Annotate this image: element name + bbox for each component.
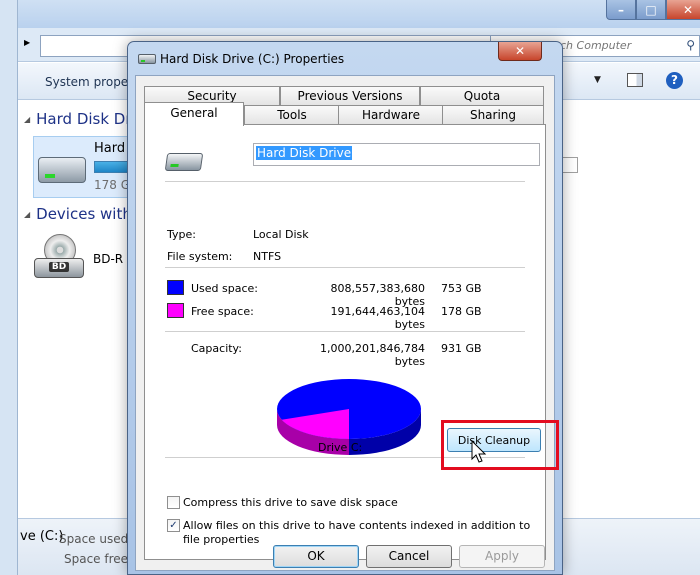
mouse-cursor-icon: [471, 440, 487, 463]
window-frame: [0, 0, 18, 575]
free-space-bytes: 191,644,463,104 bytes: [330, 305, 425, 331]
hard-disk-item-name: Hard: [94, 141, 126, 156]
hard-drive-icon: [164, 153, 204, 171]
hard-disk-group-label: Hard Disk Dr: [36, 110, 132, 128]
devices-group-header[interactable]: ◢ Devices with: [24, 205, 132, 223]
search-icon[interactable]: ⚲: [686, 38, 695, 52]
used-space-gb: 753 GB: [441, 282, 482, 295]
tab-hardware[interactable]: Hardware: [338, 105, 444, 124]
hard-disk-item-free: 178 G: [94, 178, 131, 192]
dialog-title: Hard Disk Drive (C:) Properties: [160, 52, 345, 66]
dialog-client-area: Security Previous Versions Quota General…: [135, 75, 559, 571]
index-label: Allow files on this drive to have conten…: [183, 519, 531, 546]
divider: [165, 267, 525, 268]
free-space-gb: 178 GB: [441, 305, 482, 318]
bd-badge: BD: [48, 262, 70, 272]
dialog-close-button[interactable]: ✕: [498, 42, 542, 61]
index-checkbox[interactable]: ✓: [167, 519, 180, 532]
system-properties-button[interactable]: System prope: [45, 75, 128, 89]
bd-drive-icon[interactable]: BD: [34, 234, 84, 278]
cancel-button[interactable]: Cancel: [366, 545, 452, 568]
drive-c-label: Drive C:: [318, 441, 363, 454]
drive-name-value: Hard Disk Drive: [256, 146, 353, 160]
capacity-label: Capacity:: [191, 342, 242, 355]
type-value: Local Disk: [253, 228, 309, 241]
free-space-swatch: [167, 303, 184, 318]
minimize-button[interactable]: –: [606, 0, 636, 20]
help-icon[interactable]: ?: [666, 72, 683, 89]
bd-drive-body: BD: [34, 258, 84, 278]
used-space-swatch: [167, 280, 184, 295]
preview-pane-icon[interactable]: [627, 73, 643, 87]
file-system-label: File system:: [167, 250, 233, 263]
navigation-arrow-icon[interactable]: ▶: [24, 38, 30, 47]
views-dropdown-icon[interactable]: ▼: [594, 75, 601, 85]
file-system-value: NTFS: [253, 250, 282, 263]
drive-name-input[interactable]: Hard Disk Drive: [253, 143, 540, 166]
properties-dialog: Hard Disk Drive (C:) Properties ✕ Securi…: [127, 41, 563, 575]
devices-group-label: Devices with: [36, 205, 132, 223]
ok-button[interactable]: OK: [273, 545, 359, 568]
explorer-title-bar: – □ ✕: [18, 0, 700, 28]
compress-checkbox[interactable]: [167, 496, 180, 509]
type-label: Type:: [167, 228, 196, 241]
compress-label: Compress this drive to save disk space: [183, 496, 398, 509]
hard-drive-icon: [38, 157, 86, 183]
collapse-triangle-icon[interactable]: ◢: [24, 115, 30, 124]
used-space-label: Used space:: [191, 282, 259, 295]
tab-previous-versions[interactable]: Previous Versions: [280, 86, 420, 105]
hard-disk-item[interactable]: Hard 178 G: [33, 136, 134, 198]
capacity-bytes: 1,000,201,846,784 bytes: [320, 342, 425, 368]
collapse-triangle-icon[interactable]: ◢: [24, 210, 30, 219]
tab-tools[interactable]: Tools: [244, 105, 340, 124]
details-drive-name: ve (C:): [20, 529, 64, 544]
details-space-used-label: Space used:: [59, 532, 133, 546]
highlight-box: [441, 420, 559, 470]
tab-general[interactable]: General: [144, 102, 244, 126]
close-button[interactable]: ✕: [666, 0, 700, 20]
tab-sharing[interactable]: Sharing: [442, 105, 544, 124]
bd-drive-name[interactable]: BD-R: [93, 252, 123, 266]
apply-button[interactable]: Apply: [459, 545, 545, 568]
capacity-gb: 931 GB: [441, 342, 482, 355]
free-space-label: Free space:: [191, 305, 254, 318]
hard-drive-icon: [138, 54, 156, 64]
hard-disk-group-header[interactable]: ◢ Hard Disk Dr: [24, 110, 132, 128]
details-space-free-label: Space free: [64, 552, 129, 566]
maximize-button[interactable]: □: [636, 0, 666, 20]
divider: [165, 331, 525, 332]
divider: [165, 181, 525, 182]
general-tab-panel: Hard Disk Drive Type: Local Disk File sy…: [144, 124, 559, 560]
tab-quota[interactable]: Quota: [420, 86, 544, 105]
